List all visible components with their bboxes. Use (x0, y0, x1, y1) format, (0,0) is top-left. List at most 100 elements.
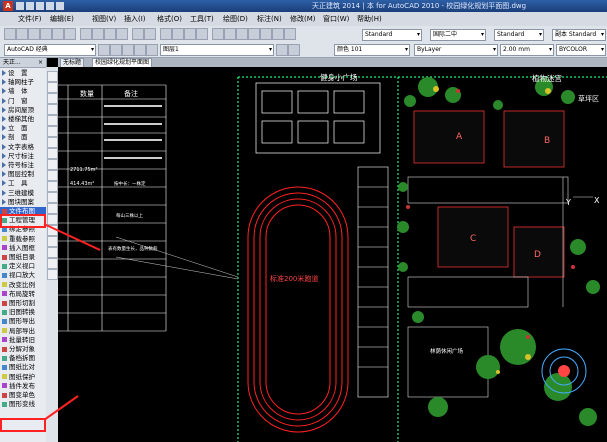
make-current-icon[interactable] (276, 44, 288, 56)
mtext-icon[interactable] (47, 269, 58, 280)
new-icon[interactable] (4, 28, 16, 40)
workspace-select[interactable]: AutoCAD 经典 (4, 44, 96, 56)
lineweight-select[interactable]: 2.00 mm (500, 44, 554, 56)
menu-edit[interactable]: 编辑(E) (50, 14, 74, 24)
design-center-icon[interactable] (224, 28, 236, 40)
bulb-icon[interactable] (122, 44, 134, 56)
sidebar-item[interactable]: 图变单色 (0, 391, 46, 399)
sheet-set-icon[interactable] (248, 28, 260, 40)
markup-icon[interactable] (260, 28, 272, 40)
open-icon[interactable] (16, 28, 28, 40)
sidebar-item[interactable]: 符号标注 (0, 161, 46, 169)
sidebar-item[interactable]: 图纸目录 (0, 253, 46, 261)
sidebar-item[interactable]: 图形导出 (0, 317, 46, 325)
zoom-window-icon[interactable] (184, 28, 196, 40)
save-icon[interactable] (36, 2, 44, 10)
app-logo-icon[interactable]: A (3, 1, 13, 11)
undo-icon[interactable] (46, 2, 54, 10)
save-icon[interactable] (28, 28, 40, 40)
paste-icon[interactable] (104, 28, 116, 40)
layer-previous-icon[interactable] (288, 44, 300, 56)
cut-icon[interactable] (80, 28, 92, 40)
insert-block-icon[interactable] (47, 192, 58, 203)
menu-file[interactable]: 文件(F) (18, 14, 42, 24)
arc-icon[interactable] (47, 126, 58, 137)
sidebar-item[interactable]: 备档拆图 (0, 354, 46, 362)
match-properties-icon[interactable] (116, 28, 128, 40)
sidebar-item[interactable]: 插件发布 (0, 382, 46, 390)
sidebar-item[interactable]: 图形变线 (0, 400, 46, 408)
menu-modify[interactable]: 修改(M) (290, 14, 316, 24)
sidebar-item[interactable]: 房间屋顶 (0, 106, 46, 114)
polygon-icon[interactable] (47, 104, 58, 115)
menu-format[interactable]: 格式(O) (157, 14, 182, 24)
sidebar-item[interactable]: 图层控制 (0, 170, 46, 178)
layer-state-icon[interactable] (110, 44, 122, 56)
sidebar-item[interactable]: 图块图案 (0, 198, 46, 206)
multileader-style-select[interactable]: 副本 Standard (552, 29, 606, 41)
dim-style-select[interactable]: 国际二中 (430, 29, 486, 41)
tool-palettes-icon[interactable] (236, 28, 248, 40)
sidebar-item[interactable]: 批量转旧 (0, 336, 46, 344)
sidebar-item[interactable]: 重载参照 (0, 235, 46, 243)
table-icon[interactable] (47, 258, 58, 269)
close-icon[interactable]: × (38, 58, 43, 67)
table-style-select[interactable]: Standard (494, 29, 544, 41)
sidebar-item[interactable]: 文字表格 (0, 143, 46, 151)
sidebar-item[interactable]: 轴网柱子 (0, 78, 46, 86)
menu-view[interactable]: 视图(V) (92, 14, 116, 24)
sidebar-item[interactable]: 楼梯其他 (0, 115, 46, 123)
sidebar-item[interactable]: 布局旋转 (0, 290, 46, 298)
menu-dimension[interactable]: 标注(N) (257, 14, 282, 24)
menu-window[interactable]: 窗口(W) (323, 14, 349, 24)
zoom-previous-icon[interactable] (196, 28, 208, 40)
help-icon[interactable] (284, 28, 296, 40)
preview-icon[interactable] (52, 28, 64, 40)
sidebar-item[interactable]: 旧图转换 (0, 308, 46, 316)
point-icon[interactable] (47, 214, 58, 225)
menu-insert[interactable]: 插入(I) (124, 14, 146, 24)
layer-select[interactable]: 图层1 (160, 44, 274, 56)
copy-icon[interactable] (92, 28, 104, 40)
linetype-select[interactable]: ByLayer (414, 44, 498, 56)
sidebar-item[interactable]: 定义视口 (0, 262, 46, 270)
sidebar-item[interactable]: 立 面 (0, 124, 46, 132)
calculator-icon[interactable] (272, 28, 284, 40)
sidebar-item[interactable]: 尺寸标注 (0, 152, 46, 160)
menu-draw[interactable]: 绘图(D) (223, 14, 248, 24)
undo-icon[interactable] (132, 28, 144, 40)
sidebar-item[interactable]: 设 置 (0, 69, 46, 77)
open-file-icon[interactable] (26, 2, 34, 10)
gradient-icon[interactable] (47, 236, 58, 247)
drawing-canvas[interactable]: 数量 备注 2711.75m² 414.43m² 按中长：一株定 每山三株以上 … (58, 67, 607, 442)
zoom-realtime-icon[interactable] (172, 28, 184, 40)
menu-help[interactable]: 帮助(H) (357, 14, 382, 24)
lock-icon[interactable] (146, 44, 158, 56)
construction-line-icon[interactable] (47, 82, 58, 93)
print-icon[interactable] (40, 28, 52, 40)
revcloud-icon[interactable] (47, 148, 58, 159)
layer-manager-icon[interactable] (98, 44, 110, 56)
rectangle-icon[interactable] (47, 115, 58, 126)
sidebar-item[interactable]: 墙 体 (0, 87, 46, 95)
line-icon[interactable] (47, 71, 58, 82)
sidebar-item[interactable]: 门 窗 (0, 97, 46, 105)
sidebar-item[interactable]: 图形切割 (0, 299, 46, 307)
publish-icon[interactable] (64, 28, 76, 40)
make-block-icon[interactable] (47, 203, 58, 214)
region-icon[interactable] (47, 247, 58, 258)
sun-icon[interactable] (134, 44, 146, 56)
plot-style-select[interactable]: BYCOLOR (556, 44, 606, 56)
text-style-select[interactable]: Standard (362, 29, 422, 41)
redo-icon[interactable] (56, 2, 64, 10)
sidebar-item[interactable]: 局部导出 (0, 327, 46, 335)
ellipse-arc-icon[interactable] (47, 181, 58, 192)
sidebar-item[interactable]: 分解对象 (0, 345, 46, 353)
sidebar-item[interactable]: 剖 面 (0, 133, 46, 141)
sidebar-item[interactable]: 图纸保护 (0, 373, 46, 381)
menu-tools[interactable]: 工具(T) (190, 14, 214, 24)
properties-icon[interactable] (212, 28, 224, 40)
sidebar-item[interactable]: 改变比例 (0, 281, 46, 289)
sidebar-item[interactable]: 视口放大 (0, 271, 46, 279)
sidebar-item[interactable]: 三维建模 (0, 189, 46, 197)
